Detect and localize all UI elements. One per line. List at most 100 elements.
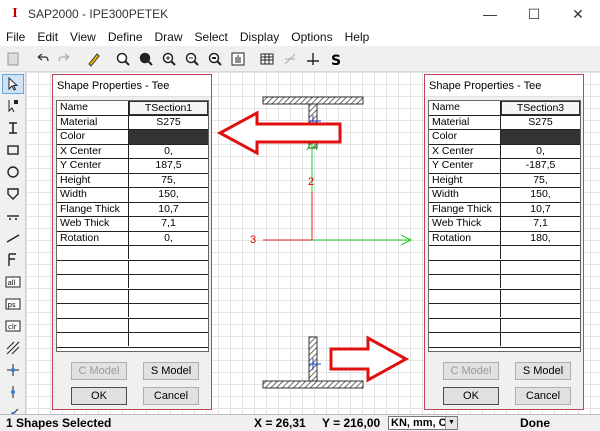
chevron-down-icon[interactable]: ▼ xyxy=(445,417,457,429)
line-icon[interactable] xyxy=(2,228,24,248)
label-color: Color xyxy=(57,130,129,144)
restore-view-icon[interactable] xyxy=(135,48,157,70)
empty-row xyxy=(429,318,580,333)
row-name: Name TSection3 xyxy=(429,101,580,116)
row-flange-thick: Flange Thick 10,7 xyxy=(429,202,580,217)
shape-properties-dialog-right: Shape Properties - Tee Name TSection3 Mat… xyxy=(424,74,584,410)
reference-point-icon[interactable] xyxy=(302,48,324,70)
row-flange-thick: Flange Thick 10,7 xyxy=(57,202,208,217)
value-flange-thick[interactable]: 10,7 xyxy=(501,203,580,217)
row-y-center: Y Center 187,5 xyxy=(57,159,208,174)
label-material: Material xyxy=(429,115,501,129)
value-material[interactable]: S275 xyxy=(501,116,580,130)
row-material: Material S275 xyxy=(429,115,580,130)
zoom-window-icon[interactable] xyxy=(112,48,134,70)
value-width[interactable]: 150, xyxy=(501,188,580,202)
cancel-button[interactable]: Cancel xyxy=(143,387,199,405)
left-toolbar: all ps clr xyxy=(0,72,26,420)
maximize-button[interactable]: ☐ xyxy=(512,0,556,28)
label-x-center: X Center xyxy=(57,144,129,158)
rectangle-icon[interactable] xyxy=(2,140,24,160)
pan-icon[interactable] xyxy=(227,48,249,70)
section-icon[interactable]: S xyxy=(325,48,347,70)
ok-button[interactable]: OK xyxy=(71,387,127,405)
previous-selection-icon[interactable]: ps xyxy=(2,294,24,314)
snap-end-icon[interactable] xyxy=(2,382,24,402)
s-model-button[interactable]: S Model xyxy=(515,362,571,380)
value-material[interactable]: S275 xyxy=(129,116,208,130)
menu-file[interactable]: File xyxy=(0,30,31,44)
undo-icon[interactable] xyxy=(31,48,53,70)
value-width[interactable]: 150, xyxy=(129,188,208,202)
rebar-line-icon[interactable] xyxy=(2,206,24,226)
redo-icon[interactable] xyxy=(54,48,76,70)
value-web-thick[interactable]: 7,1 xyxy=(129,217,208,231)
reshape-icon[interactable] xyxy=(2,96,24,116)
cancel-button[interactable]: Cancel xyxy=(515,387,571,405)
menu-edit[interactable]: Edit xyxy=(31,30,64,44)
window-title: SAP2000 - IPE300PETEK xyxy=(28,7,169,21)
pointer-icon[interactable] xyxy=(2,74,24,94)
empty-row xyxy=(57,318,208,333)
menu-define[interactable]: Define xyxy=(102,30,149,44)
units-dropdown[interactable]: KN, mm, C ▼ xyxy=(388,416,458,430)
value-flange-thick[interactable]: 10,7 xyxy=(129,203,208,217)
clear-selection-icon[interactable]: clr xyxy=(2,316,24,336)
table-icon[interactable] xyxy=(256,48,278,70)
zoom-in-icon[interactable] xyxy=(158,48,180,70)
label-height: Height xyxy=(57,173,129,187)
caliper-icon[interactable] xyxy=(2,250,24,270)
value-rotation[interactable]: 180, xyxy=(501,232,580,246)
c-model-button[interactable]: C Model xyxy=(443,362,499,380)
empty-row xyxy=(429,289,580,304)
value-web-thick[interactable]: 7,1 xyxy=(501,217,580,231)
value-x-center[interactable]: 0, xyxy=(501,145,580,159)
empty-row xyxy=(57,289,208,304)
value-height[interactable]: 75, xyxy=(129,174,208,188)
select-all-icon[interactable]: all xyxy=(2,272,24,292)
intersect-select-icon[interactable] xyxy=(2,338,24,358)
snap-point-icon[interactable] xyxy=(2,360,24,380)
value-color[interactable] xyxy=(129,130,208,144)
value-name[interactable]: TSection1 xyxy=(129,101,208,115)
menu-options[interactable]: Options xyxy=(285,30,338,44)
circle-icon[interactable] xyxy=(2,162,24,182)
row-height: Height 75, xyxy=(57,173,208,188)
value-height[interactable]: 75, xyxy=(501,174,580,188)
toolbar: S xyxy=(0,46,600,72)
s-model-button[interactable]: S Model xyxy=(143,362,199,380)
value-y-center[interactable]: -187,5 xyxy=(501,159,580,173)
shape-properties-dialog-left: Shape Properties - Tee Name TSection1 Mat… xyxy=(52,74,212,410)
value-y-center[interactable]: 187,5 xyxy=(129,159,208,173)
value-rotation[interactable]: 0, xyxy=(129,232,208,246)
polygon-icon[interactable] xyxy=(2,184,24,204)
new-file-icon[interactable] xyxy=(2,48,24,70)
c-model-button[interactable]: C Model xyxy=(71,362,127,380)
menu-help[interactable]: Help xyxy=(339,30,376,44)
value-color[interactable] xyxy=(501,130,580,144)
menu-view[interactable]: View xyxy=(64,30,102,44)
row-rotation: Rotation 180, xyxy=(429,231,580,246)
zoom-step-out-icon[interactable] xyxy=(204,48,226,70)
ok-button[interactable]: OK xyxy=(443,387,499,405)
pencil-icon[interactable] xyxy=(83,48,105,70)
minimize-button[interactable]: — xyxy=(468,0,512,28)
value-name[interactable]: TSection3 xyxy=(501,101,580,115)
label-height: Height xyxy=(429,173,501,187)
value-x-center[interactable]: 0, xyxy=(129,145,208,159)
label-flange-thick: Flange Thick xyxy=(429,202,501,216)
menu-select[interactable]: Select xyxy=(189,30,234,44)
menu-draw[interactable]: Draw xyxy=(149,30,189,44)
i-beam-icon[interactable] xyxy=(2,118,24,138)
menu-display[interactable]: Display xyxy=(234,30,285,44)
row-color: Color xyxy=(57,130,208,145)
draw-shape-icon[interactable] xyxy=(279,48,301,70)
close-button[interactable]: ✕ xyxy=(556,0,600,28)
row-y-center: Y Center -187,5 xyxy=(429,159,580,174)
row-x-center: X Center 0, xyxy=(57,144,208,159)
row-material: Material S275 xyxy=(57,115,208,130)
zoom-out-icon[interactable] xyxy=(181,48,203,70)
row-name: Name TSection1 xyxy=(57,101,208,116)
empty-row xyxy=(429,275,580,290)
empty-row xyxy=(429,246,580,261)
